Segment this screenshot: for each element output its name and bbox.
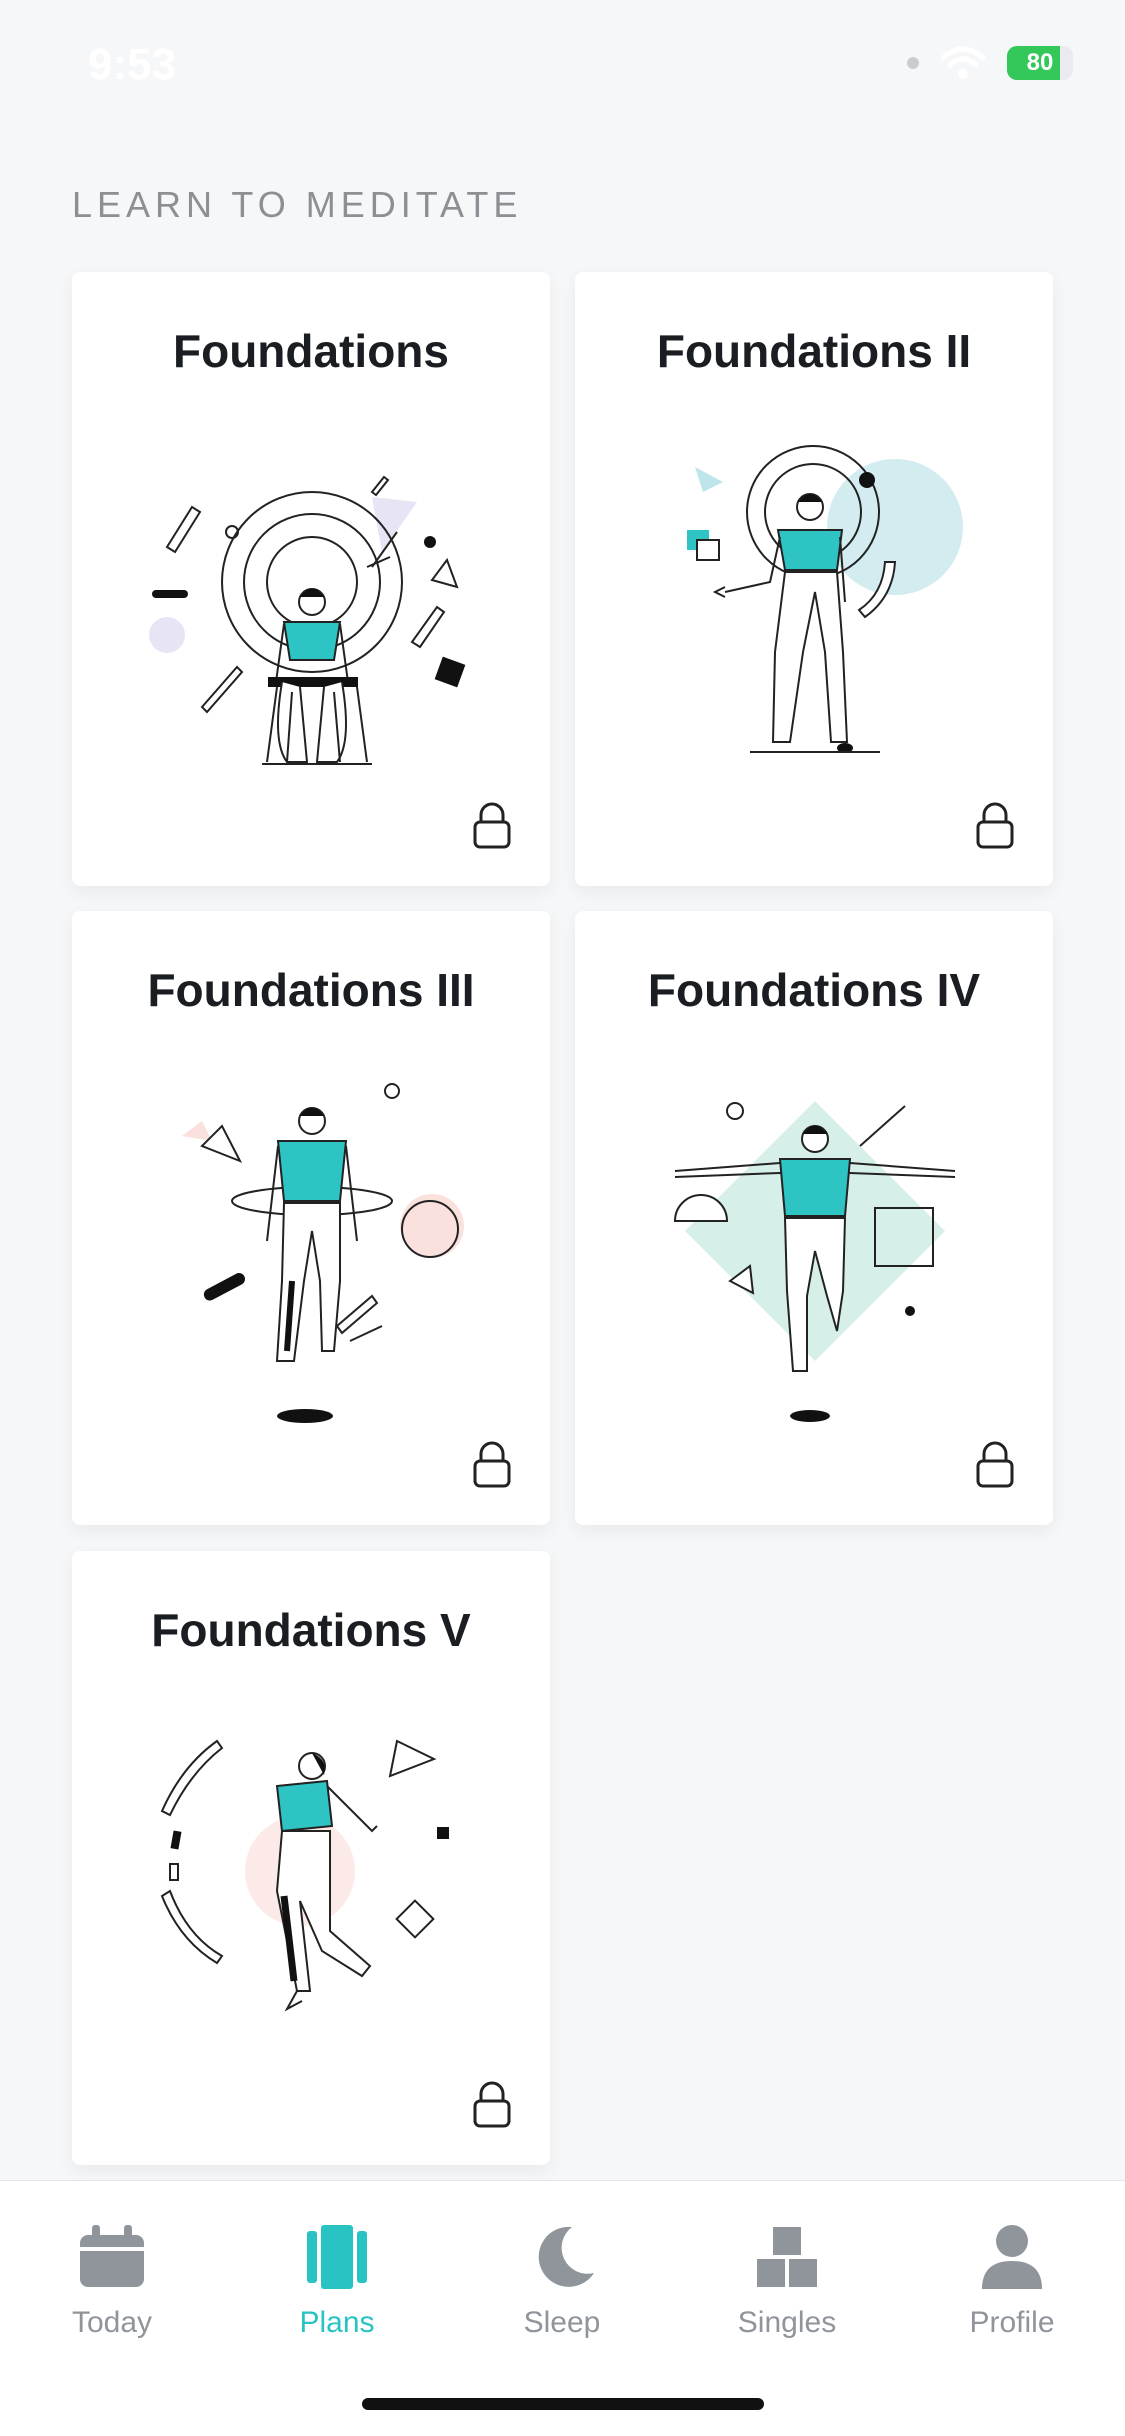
plan-title: Foundations [173, 325, 449, 377]
meditating-figure-illustration [149, 475, 466, 765]
home-indicator[interactable] [362, 2398, 764, 2410]
tab-profile[interactable]: Profile [912, 2221, 1112, 2340]
battery-level: 80 [1026, 49, 1054, 76]
plan-card-foundations-iv[interactable]: Foundations IV [575, 911, 1053, 1525]
plan-title: Foundations II [656, 325, 972, 377]
standing-figure-illustration [687, 445, 963, 753]
leaping-figure-illustration [160, 1739, 449, 2012]
plan-title: Foundations III [147, 964, 475, 1016]
status-time: 9:53 [88, 40, 177, 89]
tab-label: Sleep [523, 2306, 601, 2339]
calendar-icon [80, 2225, 144, 2287]
tab-singles[interactable]: Singles [687, 2221, 887, 2340]
plan-title: Foundations IV [647, 964, 981, 1016]
tab-today[interactable]: Today [12, 2221, 212, 2340]
lock-icon [473, 1441, 511, 1488]
lock-icon [473, 802, 511, 849]
plan-card-foundations[interactable]: Foundations [72, 272, 550, 886]
lock-icon [473, 2081, 511, 2128]
tab-sleep[interactable]: Sleep [462, 2221, 662, 2340]
tab-plans[interactable]: Plans [237, 2221, 437, 2340]
lock-icon [976, 802, 1014, 849]
plans-icon [307, 2225, 367, 2289]
floating-figure-illustration [182, 1083, 464, 1423]
tab-label: Plans [299, 2306, 375, 2339]
tab-label: Today [71, 2306, 153, 2339]
boxes-icon [757, 2227, 817, 2287]
plan-card-foundations-v[interactable]: Foundations V [72, 1551, 550, 2165]
plan-card-foundations-iii[interactable]: Foundations III [72, 911, 550, 1525]
signal-icon [907, 57, 919, 69]
moon-icon [538, 2226, 594, 2287]
lock-icon [976, 1441, 1014, 1488]
balancing-figure-illustration [673, 1101, 956, 1422]
section-title: LEARN TO MEDITATE [72, 184, 523, 225]
status-bar: 9:53 80 [0, 0, 1125, 130]
wifi-icon [941, 46, 985, 80]
tab-label: Singles [737, 2306, 837, 2339]
plan-card-foundations-ii[interactable]: Foundations II [575, 272, 1053, 886]
tab-label: Profile [969, 2306, 1055, 2339]
status-icons: 80 [907, 46, 1073, 80]
person-icon [982, 2225, 1042, 2289]
plan-title: Foundations V [151, 1604, 471, 1656]
battery-icon: 80 [1007, 46, 1073, 80]
